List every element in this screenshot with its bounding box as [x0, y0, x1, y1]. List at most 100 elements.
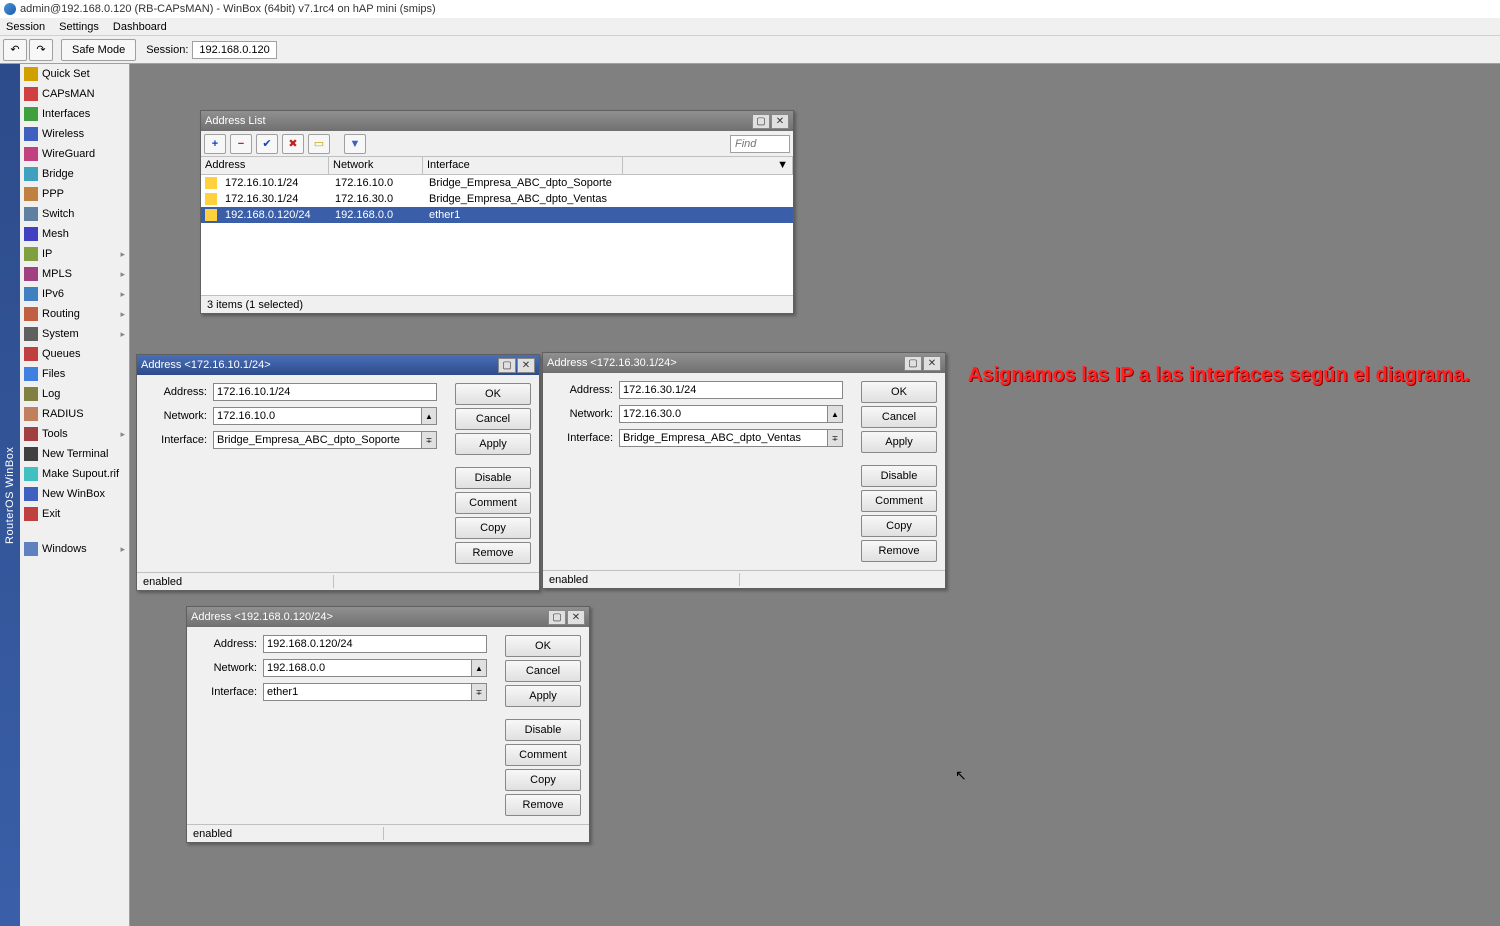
copy-button[interactable]: Copy: [861, 515, 937, 537]
sidebar-item[interactable]: PPP: [20, 184, 129, 204]
sidebar-item[interactable]: Wireless: [20, 124, 129, 144]
remove-button[interactable]: Remove: [505, 794, 581, 816]
sidebar-item[interactable]: Bridge: [20, 164, 129, 184]
sidebar-item[interactable]: Interfaces: [20, 104, 129, 124]
submenu-arrow-icon: ▸: [120, 329, 125, 340]
cancel-button[interactable]: Cancel: [861, 406, 937, 428]
copy-button[interactable]: Copy: [505, 769, 581, 791]
minimize-button[interactable]: ▢: [498, 358, 516, 373]
minimize-button[interactable]: ▢: [904, 356, 922, 371]
window-titlebar[interactable]: Address <172.16.10.1/24> ▢✕: [137, 355, 539, 375]
menubar: Session Settings Dashboard: [0, 18, 1500, 36]
apply-button[interactable]: Apply: [505, 685, 581, 707]
sidebar-item[interactable]: Files: [20, 364, 129, 384]
menu-settings[interactable]: Settings: [59, 21, 99, 33]
cancel-button[interactable]: Cancel: [455, 408, 531, 430]
col-address[interactable]: Address: [201, 157, 329, 174]
disable-button[interactable]: Disable: [455, 467, 531, 489]
network-dropdown-button[interactable]: ▲: [471, 659, 487, 677]
status-bar: 3 items (1 selected): [201, 295, 793, 313]
sidebar-item[interactable]: WireGuard: [20, 144, 129, 164]
comment-button[interactable]: Comment: [505, 744, 581, 766]
close-button[interactable]: ✕: [771, 114, 789, 129]
remove-button[interactable]: Remove: [861, 540, 937, 562]
address-input[interactable]: [213, 383, 437, 401]
apply-button[interactable]: Apply: [861, 431, 937, 453]
interface-dropdown-button[interactable]: ∓: [421, 431, 437, 449]
sidebar-item[interactable]: New WinBox: [20, 484, 129, 504]
interface-dropdown-button[interactable]: ∓: [827, 429, 843, 447]
sidebar-item[interactable]: New Terminal: [20, 444, 129, 464]
cancel-button[interactable]: Cancel: [505, 660, 581, 682]
col-interface[interactable]: Interface: [423, 157, 623, 174]
address-input[interactable]: [263, 635, 487, 653]
col-dropdown[interactable]: ▼: [623, 157, 793, 174]
sidebar-item[interactable]: CAPsMAN: [20, 84, 129, 104]
interface-input[interactable]: [263, 683, 471, 701]
sidebar-item[interactable]: Log: [20, 384, 129, 404]
submenu-arrow-icon: ▸: [120, 289, 125, 300]
sidebar-item[interactable]: IP▸: [20, 244, 129, 264]
undo-button[interactable]: ↶: [3, 39, 27, 61]
comment-button[interactable]: Comment: [861, 490, 937, 512]
interface-dropdown-button[interactable]: ∓: [471, 683, 487, 701]
window-titlebar[interactable]: Address <192.168.0.120/24> ▢✕: [187, 607, 589, 627]
network-dropdown-button[interactable]: ▲: [827, 405, 843, 423]
network-input[interactable]: [619, 405, 827, 423]
interface-input[interactable]: [213, 431, 421, 449]
safe-mode-button[interactable]: Safe Mode: [61, 39, 136, 61]
sidebar-item[interactable]: IPv6▸: [20, 284, 129, 304]
comment-button[interactable]: Comment: [455, 492, 531, 514]
table-row[interactable]: 172.16.30.1/24172.16.30.0Bridge_Empresa_…: [201, 191, 793, 207]
menu-icon: [24, 467, 38, 481]
filter-button[interactable]: ▼: [344, 134, 366, 154]
menu-session[interactable]: Session: [6, 21, 45, 33]
network-dropdown-button[interactable]: ▲: [421, 407, 437, 425]
interface-input[interactable]: [619, 429, 827, 447]
minimize-button[interactable]: ▢: [548, 610, 566, 625]
minimize-button[interactable]: ▢: [752, 114, 770, 129]
sidebar-item[interactable]: Make Supout.rif: [20, 464, 129, 484]
col-network[interactable]: Network: [329, 157, 423, 174]
find-input[interactable]: [730, 135, 790, 153]
table-row[interactable]: 192.168.0.120/24192.168.0.0ether1: [201, 207, 793, 223]
menu-dashboard[interactable]: Dashboard: [113, 21, 167, 33]
table-row[interactable]: 172.16.10.1/24172.16.10.0Bridge_Empresa_…: [201, 175, 793, 191]
window-titlebar[interactable]: Address <172.16.30.1/24> ▢✕: [543, 353, 945, 373]
sidebar-item[interactable]: Tools▸: [20, 424, 129, 444]
sidebar-item[interactable]: Switch: [20, 204, 129, 224]
apply-button[interactable]: Apply: [455, 433, 531, 455]
sidebar-item[interactable]: RADIUS: [20, 404, 129, 424]
sidebar-item[interactable]: Routing▸: [20, 304, 129, 324]
sidebar-item[interactable]: Queues: [20, 344, 129, 364]
redo-button[interactable]: ↷: [29, 39, 53, 61]
network-input[interactable]: [213, 407, 421, 425]
sidebar-item[interactable]: Mesh: [20, 224, 129, 244]
remove-button[interactable]: −: [230, 134, 252, 154]
sidebar-item[interactable]: Exit: [20, 504, 129, 524]
address-input[interactable]: [619, 381, 843, 399]
comment-button[interactable]: ▭: [308, 134, 330, 154]
close-button[interactable]: ✕: [517, 358, 535, 373]
sidebar-item-windows[interactable]: Windows▸: [20, 539, 129, 559]
disable-button[interactable]: Disable: [505, 719, 581, 741]
disable-button[interactable]: Disable: [861, 465, 937, 487]
close-button[interactable]: ✕: [923, 356, 941, 371]
copy-button[interactable]: Copy: [455, 517, 531, 539]
disable-button[interactable]: ✖: [282, 134, 304, 154]
submenu-arrow-icon: ▸: [120, 269, 125, 280]
ok-button[interactable]: OK: [455, 383, 531, 405]
add-button[interactable]: +: [204, 134, 226, 154]
sidebar-item[interactable]: MPLS▸: [20, 264, 129, 284]
network-input[interactable]: [263, 659, 471, 677]
close-button[interactable]: ✕: [567, 610, 585, 625]
remove-button[interactable]: Remove: [455, 542, 531, 564]
window-titlebar[interactable]: Address List ▢ ✕: [201, 111, 793, 131]
sidebar-item[interactable]: Quick Set: [20, 64, 129, 84]
ok-button[interactable]: OK: [505, 635, 581, 657]
ok-button[interactable]: OK: [861, 381, 937, 403]
sidebar-item[interactable]: System▸: [20, 324, 129, 344]
sidebar-label: Files: [42, 368, 65, 380]
sidebar-label: Queues: [42, 348, 81, 360]
enable-button[interactable]: ✔: [256, 134, 278, 154]
